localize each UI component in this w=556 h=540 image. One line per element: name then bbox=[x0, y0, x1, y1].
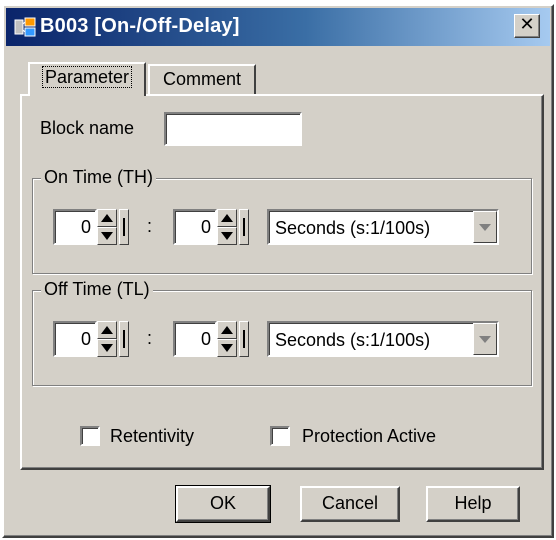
arrow-up-icon bbox=[101, 214, 113, 222]
off-time-second-tick-button[interactable] bbox=[239, 321, 249, 357]
on-time-separator: : bbox=[147, 216, 153, 236]
tab-comment-label: Comment bbox=[162, 69, 242, 89]
window-title: B003 [On-/Off-Delay] bbox=[40, 15, 240, 37]
on-off-delay-dialog: B003 [On-/Off-Delay] ✕ Parameter Comment… bbox=[2, 4, 554, 538]
on-time-unit-value: Seconds (s:1/100s) bbox=[275, 218, 431, 238]
spin-down-button[interactable] bbox=[217, 227, 237, 245]
parameter-panel: Block name On Time (TH) 0 : 0 Seconds (s… bbox=[20, 94, 544, 470]
protection-active-checkbox[interactable] bbox=[270, 426, 290, 446]
arrow-up-icon bbox=[221, 326, 233, 334]
off-time-first-value: 0 bbox=[80, 329, 91, 349]
on-time-second-spinner[interactable] bbox=[217, 209, 237, 245]
retentivity-label[interactable]: Retentivity bbox=[110, 426, 194, 447]
off-time-title: Off Time (TL) bbox=[41, 279, 153, 300]
protection-active-label[interactable]: Protection Active bbox=[302, 426, 436, 447]
help-button-label: Help bbox=[454, 493, 492, 513]
tab-comment[interactable]: Comment bbox=[148, 64, 256, 94]
close-button[interactable]: ✕ bbox=[514, 14, 540, 38]
on-time-first-field[interactable]: 0 bbox=[53, 209, 97, 245]
spin-up-button[interactable] bbox=[217, 209, 237, 227]
arrow-down-icon bbox=[221, 344, 233, 352]
off-time-first-tick-button[interactable] bbox=[119, 321, 129, 357]
spin-up-button[interactable] bbox=[217, 321, 237, 339]
retentivity-checkbox[interactable] bbox=[80, 426, 100, 446]
tab-parameter-label: Parameter bbox=[41, 66, 133, 88]
off-time-group: Off Time (TL) 0 : 0 Seconds (s:1/100s) bbox=[32, 279, 532, 386]
chevron-down-icon[interactable] bbox=[473, 323, 497, 355]
block-icon bbox=[14, 17, 36, 37]
arrow-down-icon bbox=[101, 232, 113, 240]
arrow-up-icon bbox=[221, 214, 233, 222]
ok-button-label: OK bbox=[209, 493, 236, 513]
off-time-second-value: 0 bbox=[200, 329, 211, 349]
block-name-label: Block name bbox=[40, 118, 135, 138]
off-time-separator: : bbox=[147, 328, 153, 348]
on-time-first-spinner[interactable] bbox=[97, 209, 117, 245]
off-time-unit-select[interactable]: Seconds (s:1/100s) bbox=[267, 321, 499, 357]
cancel-button[interactable]: Cancel bbox=[300, 486, 400, 522]
off-time-second-spinner[interactable] bbox=[217, 321, 237, 357]
on-time-second-field[interactable]: 0 bbox=[173, 209, 217, 245]
on-time-first-tick-button[interactable] bbox=[119, 209, 129, 245]
ok-button[interactable]: OK bbox=[175, 485, 271, 523]
arrow-up-icon bbox=[101, 326, 113, 334]
on-time-first-value: 0 bbox=[80, 217, 91, 237]
close-icon: ✕ bbox=[519, 14, 535, 35]
cancel-button-label: Cancel bbox=[321, 493, 379, 513]
arrow-down-icon bbox=[221, 232, 233, 240]
off-time-first-field[interactable]: 0 bbox=[53, 321, 97, 357]
block-name-field[interactable] bbox=[164, 112, 302, 146]
arrow-down-icon bbox=[101, 344, 113, 352]
on-time-second-tick-button[interactable] bbox=[239, 209, 249, 245]
spin-down-button[interactable] bbox=[97, 227, 117, 245]
chevron-down-icon[interactable] bbox=[473, 211, 497, 243]
spin-up-button[interactable] bbox=[97, 321, 117, 339]
on-time-unit-select[interactable]: Seconds (s:1/100s) bbox=[267, 209, 499, 245]
spin-down-button[interactable] bbox=[97, 339, 117, 357]
on-time-group: On Time (TH) 0 : 0 Seconds (s:1/100s) bbox=[32, 167, 532, 274]
on-time-second-value: 0 bbox=[200, 217, 211, 237]
on-time-title: On Time (TH) bbox=[41, 167, 157, 188]
off-time-first-spinner[interactable] bbox=[97, 321, 117, 357]
off-time-unit-value: Seconds (s:1/100s) bbox=[275, 330, 431, 350]
help-button[interactable]: Help bbox=[426, 486, 520, 522]
tab-parameter[interactable]: Parameter bbox=[28, 62, 146, 96]
spin-up-button[interactable] bbox=[97, 209, 117, 227]
title-bar[interactable]: B003 [On-/Off-Delay] ✕ bbox=[6, 8, 550, 46]
off-time-second-field[interactable]: 0 bbox=[173, 321, 217, 357]
spin-down-button[interactable] bbox=[217, 339, 237, 357]
